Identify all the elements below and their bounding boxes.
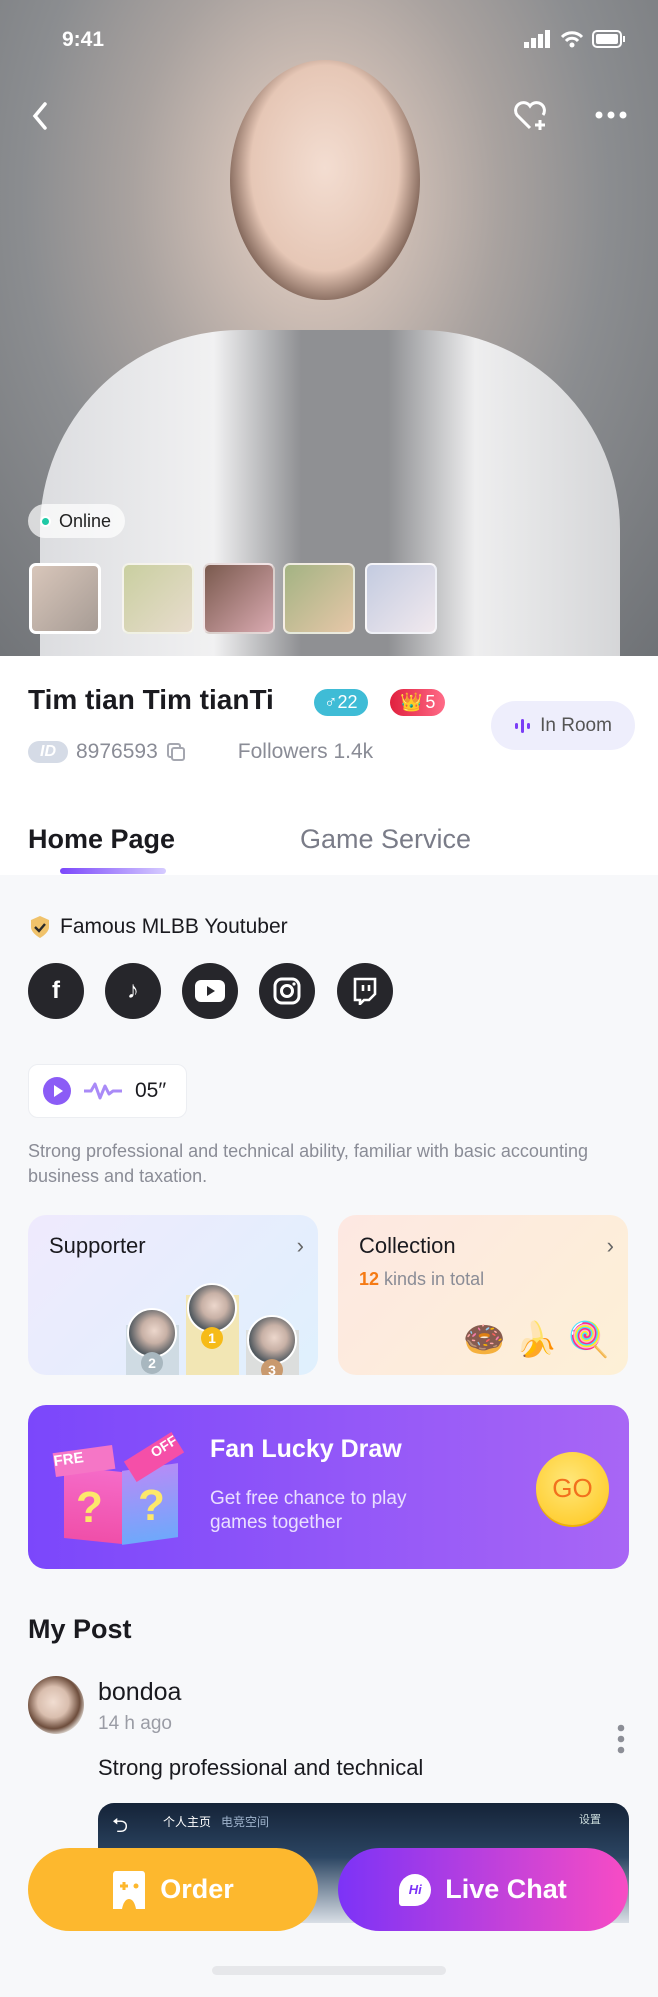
- chat-hi-icon: Hi: [399, 1873, 432, 1906]
- wifi-icon: [560, 31, 584, 48]
- lucky-draw-subtitle: Get free chance to play games together: [210, 1488, 407, 1533]
- gamepad-icon: [113, 1870, 146, 1909]
- post-time: 14 h ago: [98, 1713, 172, 1734]
- copy-icon[interactable]: [166, 742, 186, 762]
- my-post-heading: My Post: [28, 1614, 132, 1644]
- youtube-icon[interactable]: [182, 963, 238, 1019]
- more-icon[interactable]: [594, 110, 628, 120]
- twitch-icon[interactable]: [337, 963, 393, 1019]
- user-id: 8976593: [76, 740, 158, 763]
- waveform-icon: [84, 1082, 122, 1100]
- battery-icon: [592, 30, 625, 48]
- photo-face: [230, 60, 420, 300]
- photo-thumb[interactable]: [122, 563, 194, 634]
- photo-thumb[interactable]: [365, 563, 437, 634]
- follow-heart-icon[interactable]: [512, 98, 552, 134]
- level-value: 5: [425, 692, 436, 712]
- supporter-card[interactable]: Supporter › 2 1 3: [28, 1215, 318, 1375]
- followers-count: Followers 1.4k: [237, 740, 374, 763]
- signal-icon: [524, 30, 550, 48]
- profile-description: Strong professional and technical abilit…: [28, 1141, 588, 1186]
- rank-badge: 2: [141, 1352, 163, 1374]
- rank-badge: 3: [261, 1359, 283, 1375]
- post-text: Strong professional and technical: [98, 1755, 424, 1780]
- live-chat-button[interactable]: Hi Live Chat: [338, 1848, 628, 1931]
- voice-duration: 05′′: [135, 1079, 167, 1102]
- verified-title-text: Famous MLBB Youtuber: [60, 915, 288, 938]
- post-author-name[interactable]: bondoa: [98, 1678, 181, 1707]
- status-icons: [524, 30, 626, 48]
- collection-items: 🍩🍌🍭: [463, 1321, 621, 1359]
- post-author-avatar[interactable]: [28, 1676, 84, 1734]
- supporter-avatar[interactable]: [127, 1308, 177, 1358]
- voice-wave-icon: [515, 718, 531, 733]
- online-badge: Online: [28, 504, 126, 538]
- instagram-icon[interactable]: [259, 963, 315, 1019]
- supporter-title: Supporter: [49, 1233, 146, 1258]
- tab-game-service[interactable]: Game Service: [300, 824, 471, 855]
- level-badge: 👑 5: [390, 689, 446, 716]
- post-more-icon[interactable]: [617, 1724, 625, 1754]
- lucky-draw-title: Fan Lucky Draw: [210, 1435, 402, 1463]
- tiktok-icon[interactable]: ♪: [105, 963, 161, 1019]
- voice-intro-player[interactable]: 05′′: [28, 1064, 187, 1118]
- photo-thumb[interactable]: [203, 563, 275, 634]
- bottom-bar: [0, 1931, 658, 1997]
- collection-title: Collection: [359, 1233, 456, 1258]
- photo-thumb[interactable]: [29, 563, 101, 634]
- supporter-avatar[interactable]: [247, 1315, 297, 1365]
- supporter-avatar[interactable]: [187, 1283, 237, 1333]
- online-label: Online: [59, 510, 112, 531]
- in-room-label: In Room: [540, 714, 612, 736]
- play-icon[interactable]: [43, 1077, 71, 1105]
- in-room-button[interactable]: In Room: [491, 701, 635, 750]
- profile-name: Tim tian Tim tianTi: [28, 684, 274, 715]
- gender-age-badge: ♂22: [314, 689, 368, 716]
- collection-count: 12 kinds in total: [359, 1269, 485, 1289]
- status-time: 9:41: [62, 28, 105, 51]
- rank-badge: 1: [201, 1327, 223, 1349]
- tab-home-page[interactable]: Home Page: [28, 824, 175, 855]
- home-indicator: [212, 1966, 446, 1975]
- verified-badge-icon: [31, 916, 49, 938]
- fan-lucky-draw-banner[interactable]: FRE OFF ? ? Fan Lucky Draw Get free chan…: [28, 1405, 629, 1569]
- id-tag: ID: [28, 741, 68, 763]
- id-row: ID 8976593 Followers 1.4k: [28, 740, 373, 764]
- chevron-right-icon: ›: [296, 1233, 304, 1258]
- profile-photo[interactable]: [0, 0, 658, 656]
- order-label: Order: [160, 1874, 234, 1904]
- collection-card[interactable]: Collection › 12 kinds in total 🍩🍌🍭: [338, 1215, 628, 1375]
- live-chat-label: Live Chat: [445, 1874, 567, 1904]
- chevron-right-icon: ›: [606, 1233, 614, 1258]
- facebook-icon[interactable]: f: [28, 963, 84, 1019]
- verified-title: Famous MLBB Youtuber: [28, 915, 288, 939]
- photo-thumb[interactable]: [283, 563, 355, 634]
- order-button[interactable]: Order: [28, 1848, 318, 1931]
- tab-indicator: [60, 868, 166, 874]
- crown-icon: 👑: [400, 692, 423, 712]
- gift-box-icon: FRE OFF ? ?: [52, 1431, 185, 1549]
- online-dot: [40, 515, 51, 527]
- go-button[interactable]: GO: [536, 1452, 609, 1525]
- back-icon[interactable]: [28, 100, 52, 132]
